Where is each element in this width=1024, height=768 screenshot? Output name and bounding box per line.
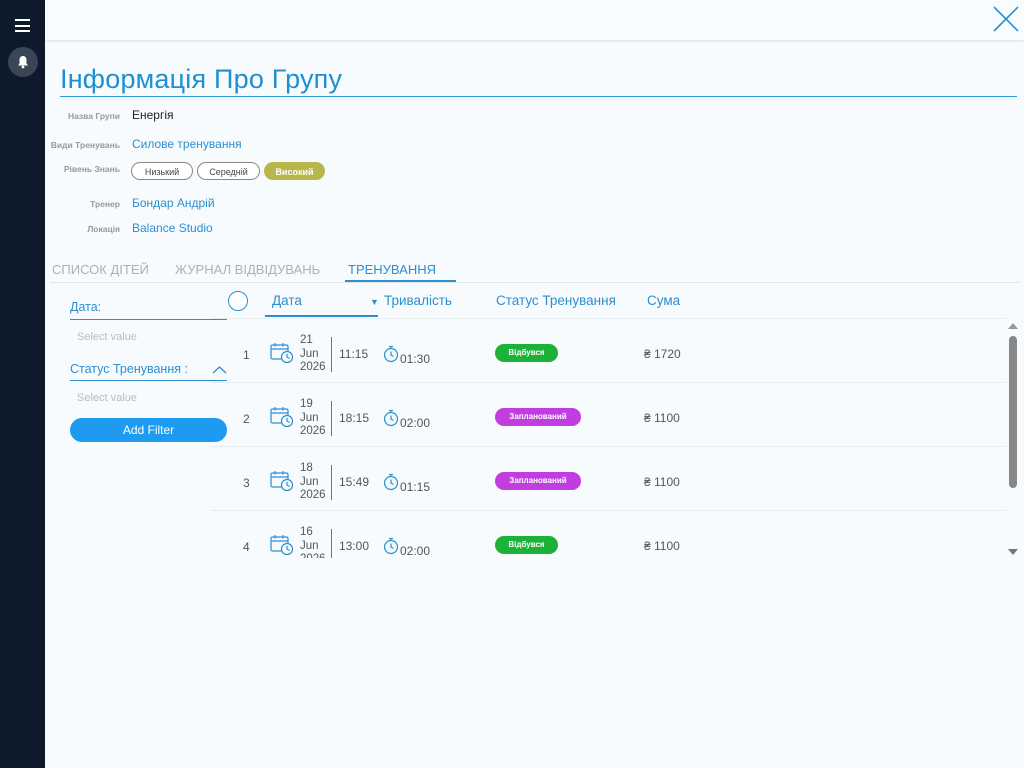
level-high-pill[interactable]: Високий	[264, 162, 325, 180]
row-amount: ₴ 1100	[644, 411, 680, 425]
column-header-amount[interactable]: Сума	[647, 293, 680, 308]
row-date-month: Jun	[300, 475, 319, 488]
row-number: 3	[243, 476, 250, 490]
add-filter-button[interactable]: Add Filter	[70, 418, 227, 442]
stopwatch-icon	[383, 537, 399, 558]
location-value[interactable]: Balance Studio	[132, 221, 213, 235]
date-filter-underline	[70, 319, 227, 320]
column-header-status[interactable]: Статус Тренування	[496, 293, 616, 308]
calendar-clock-icon	[270, 406, 294, 433]
date-filter-label: Дата:	[70, 300, 102, 314]
row-number: 1	[243, 348, 250, 362]
status-badge: Відбувся	[495, 344, 558, 362]
row-amount: ₴ 1100	[644, 539, 680, 553]
row-date-year: 2026	[300, 489, 326, 501]
stopwatch-icon	[383, 473, 399, 496]
column-header-duration[interactable]: Тривалість	[384, 293, 452, 308]
row-number: 4	[243, 540, 250, 554]
status-badge: Запланований	[495, 472, 581, 490]
calendar-clock-icon	[270, 534, 294, 558]
status-filter-underline	[70, 380, 227, 381]
trainer-value[interactable]: Бондар Андрій	[132, 196, 215, 210]
group-name-label: Назва Групи	[67, 111, 120, 121]
stopwatch-icon	[383, 345, 399, 368]
column-header-date[interactable]: Дата	[272, 293, 302, 308]
date-time-divider	[331, 337, 332, 372]
top-bar	[45, 0, 1024, 40]
row-date: 19 Jun 2026	[300, 398, 326, 439]
stopwatch-icon	[383, 409, 399, 432]
row-date-month: Jun	[300, 539, 319, 552]
scroll-down-arrow[interactable]	[1008, 549, 1018, 555]
calendar-clock-icon	[270, 342, 294, 369]
tab-children-list[interactable]: СПИСОК ДІТЕЙ	[52, 262, 149, 277]
date-time-divider	[331, 465, 332, 500]
row-date-year: 2026	[300, 553, 326, 558]
row-time: 15:49	[339, 475, 370, 489]
sidebar	[0, 0, 45, 768]
row-duration: 01:30	[400, 352, 431, 366]
row-time: 18:15	[339, 411, 370, 425]
level-low-pill[interactable]: Низький	[131, 162, 193, 180]
group-name-value: Енергія	[132, 108, 174, 122]
date-time-divider	[331, 401, 332, 436]
knowledge-level-label: Рівень Знань	[63, 164, 120, 174]
row-amount: ₴ 1100	[644, 475, 680, 489]
bell-icon	[18, 56, 28, 69]
row-amount: ₴ 1720	[644, 347, 681, 361]
table-row[interactable]: 4 16Jun2026 13:00 02:00 Відбувся ₴ 1100	[211, 511, 1006, 558]
close-button[interactable]	[990, 4, 1022, 34]
training-types-label: Види Тренувань	[50, 140, 120, 150]
row-number: 2	[243, 412, 250, 426]
row-date-day: 19	[300, 398, 313, 410]
table-row[interactable]: 2 19 Jun 2026 18:15 02:00 Запланований ₴ 1100	[211, 383, 1006, 447]
title-underline	[60, 96, 1017, 97]
status-filter-label[interactable]: Статус Тренування :	[70, 362, 188, 376]
close-icon	[993, 6, 1019, 32]
row-date-month: Jun	[300, 347, 319, 360]
table-body: 1 21 Jun 2026 11:15 01:30 Відбувся ₴ 1720 2 19 Jun…	[211, 319, 1006, 558]
scrollbar-thumb[interactable]	[1009, 336, 1017, 488]
calendar-clock-icon	[270, 470, 294, 497]
location-label: Локація	[87, 224, 120, 234]
tab-attendance-log[interactable]: ЖУРНАЛ ВІДВІДУВАНЬ	[175, 262, 320, 277]
row-time: 11:15	[339, 347, 369, 361]
tab-trainings[interactable]: ТРЕНУВАННЯ	[348, 262, 436, 277]
table-row[interactable]: 3 18 Jun 2026 15:49 01:15 Запланований ₴ 1100	[211, 447, 1006, 511]
select-all-radio[interactable]	[228, 291, 248, 311]
tabs-divider	[50, 282, 1020, 283]
row-date: 18 Jun 2026	[300, 462, 326, 503]
row-duration: 02:00	[400, 416, 431, 430]
scroll-up-arrow[interactable]	[1008, 323, 1018, 329]
date-filter-select[interactable]: Select value	[77, 331, 137, 343]
notifications-button[interactable]	[8, 47, 38, 77]
page-title: Інформація Про Групу	[60, 64, 343, 94]
row-date-month: Jun	[300, 411, 319, 424]
hamburger-menu-icon[interactable]	[15, 19, 30, 32]
row-duration: 01:15	[400, 480, 431, 494]
sort-desc-icon[interactable]: ▼	[370, 297, 379, 307]
row-date-day: 21	[300, 334, 313, 346]
level-medium-pill[interactable]: Середній	[197, 162, 260, 180]
row-date-year: 2026	[300, 425, 326, 437]
date-column-sort-indicator	[265, 315, 378, 317]
row-date: 16Jun2026	[300, 526, 326, 558]
row-duration: 02:00	[400, 544, 431, 558]
training-types-value[interactable]: Силове тренування	[132, 137, 242, 151]
status-badge: Відбувся	[495, 536, 558, 554]
row-date-day: 18	[300, 462, 313, 474]
row-date-year: 2026	[300, 361, 326, 373]
table-row[interactable]: 1 21 Jun 2026 11:15 01:30 Відбувся ₴ 1720	[211, 319, 1006, 383]
status-filter-select[interactable]: Select value	[77, 392, 137, 404]
row-time: 13:00	[339, 539, 370, 553]
date-time-divider	[331, 529, 332, 558]
status-badge: Запланований	[495, 408, 581, 426]
row-date: 21 Jun 2026	[300, 334, 326, 375]
row-date-day: 16	[300, 526, 313, 538]
trainer-label: Тренер	[90, 199, 120, 209]
